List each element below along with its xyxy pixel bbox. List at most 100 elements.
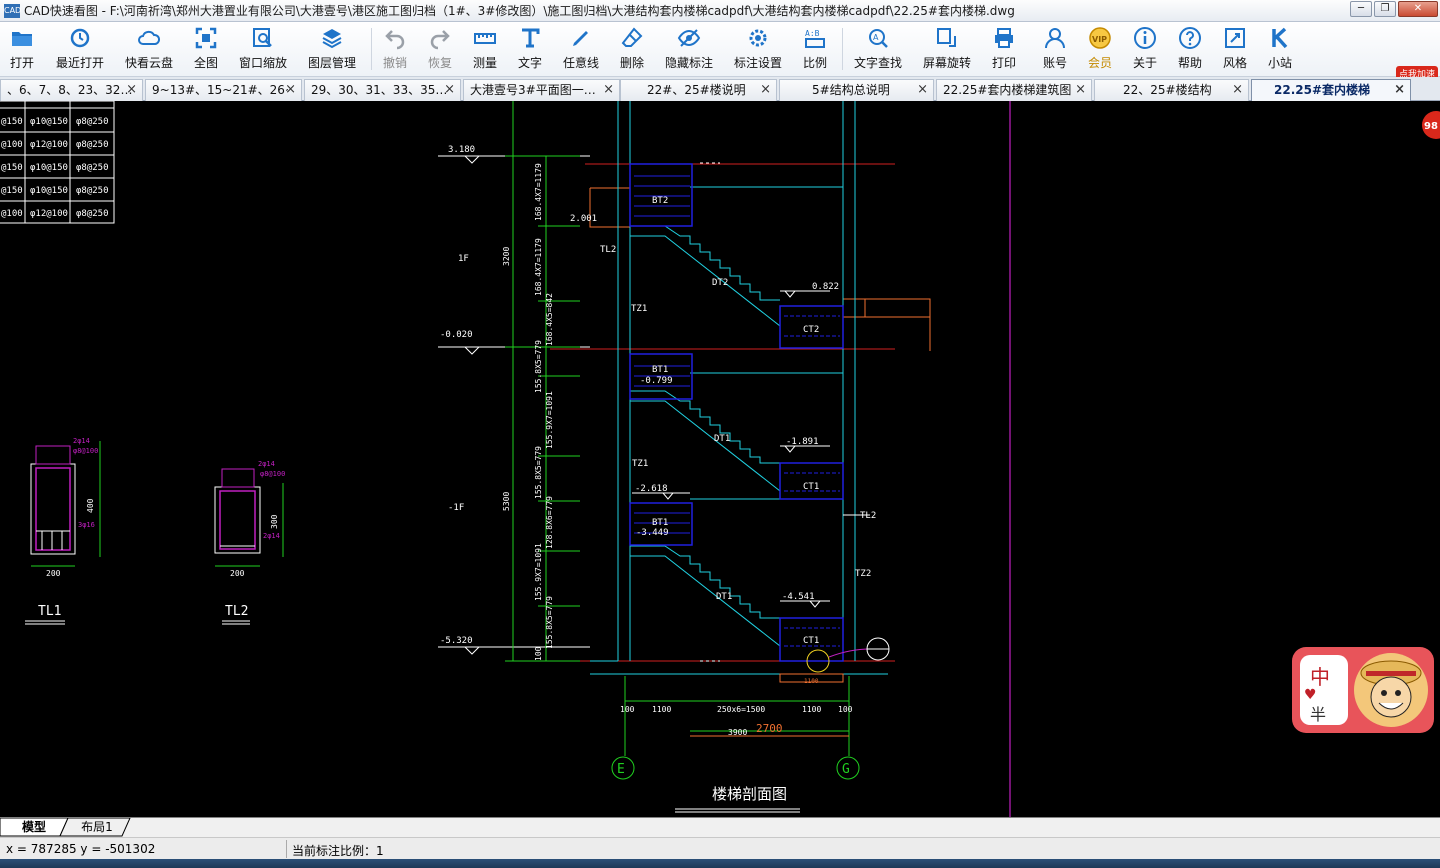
measure-label: 测量 (473, 56, 498, 70)
close-tab-icon[interactable]: × (126, 80, 137, 100)
ime-panel[interactable]: 中 ♥ 半 (1300, 655, 1348, 725)
layers-icon (322, 29, 342, 49)
text-search-icon: A (869, 29, 888, 48)
dimension-label: 1100 (652, 705, 671, 714)
dimension-label: 100 (838, 705, 853, 714)
layers-button[interactable]: 图层管理 (308, 26, 356, 74)
floor-label: 1F (458, 254, 469, 264)
document-tab-active[interactable]: 22.25#套内楼梯 × (1251, 79, 1411, 101)
hide-annot-label: 隐藏标注 (665, 56, 714, 70)
document-tab[interactable]: 29、30、31、33、35… × (304, 79, 461, 101)
ime-width-label: 半 (1310, 705, 1327, 724)
annot-settings-button[interactable]: 标注设置 (734, 26, 782, 74)
recent-button[interactable]: 最近打开 (56, 26, 104, 74)
stair-label: TZ2 (855, 569, 871, 579)
close-tab-icon[interactable]: × (1232, 80, 1243, 100)
rotate-icon (937, 28, 956, 47)
hide-annot-button[interactable]: 隐藏标注 (665, 26, 713, 74)
dimension-label: 168.4X7=1179 (534, 238, 543, 296)
account-button[interactable]: 账号 (1043, 26, 1067, 74)
info-icon (1134, 27, 1156, 49)
minimize-button[interactable]: ─ (1350, 1, 1372, 17)
cloud-label: 快看云盘 (125, 56, 174, 70)
close-tab-icon[interactable]: × (444, 80, 455, 100)
stair-label: BT2 (652, 196, 668, 206)
stair-label: DT1 (716, 592, 732, 602)
axis-label-e: E (617, 762, 625, 777)
restore-button[interactable]: ❐ (1374, 1, 1396, 17)
cloud-button[interactable]: 快看云盘 (125, 26, 173, 74)
ratio-label: 比例 (803, 56, 828, 70)
close-tab-icon[interactable]: × (603, 80, 614, 100)
mini-site-button[interactable]: 小站 (1268, 26, 1292, 74)
cad-drawing: @150 φ10@150 φ8@250 @100 φ12@100 φ8@250 … (0, 101, 1440, 817)
model-tab[interactable]: 模型 (10, 818, 58, 837)
app-icon: CAD (4, 3, 21, 18)
dimension-label: 100 (620, 705, 635, 714)
fit-all-button[interactable]: 全图 (194, 26, 218, 74)
printer-icon (995, 28, 1013, 48)
beam-name: TL2 (225, 604, 248, 619)
table-cell: @100 (1, 209, 23, 219)
document-tab[interactable]: 大港壹号3#平面图一… × (463, 79, 620, 101)
stair-label: -2.618 (635, 484, 668, 494)
erase-button[interactable]: 删除 (620, 26, 644, 74)
close-tab-icon[interactable]: × (285, 80, 296, 100)
redo-icon (430, 30, 450, 50)
measure-button[interactable]: 测量 (473, 26, 497, 74)
close-button[interactable]: ✕ (1398, 1, 1438, 17)
help-icon (1179, 27, 1201, 49)
close-tab-icon[interactable]: × (760, 80, 771, 100)
close-tab-icon[interactable]: × (1394, 80, 1405, 100)
style-button[interactable]: 风格 (1223, 26, 1247, 74)
document-tab[interactable]: 9~13#、15~21#、26~2…× (145, 79, 302, 101)
close-tab-icon[interactable]: × (1075, 80, 1086, 100)
annotation-scale: 当前标注比例：1 (292, 844, 384, 858)
freeline-button[interactable]: 任意线 (563, 26, 599, 74)
table-cell: φ8@250 (76, 117, 109, 127)
dimension-label: 300 (270, 514, 279, 529)
tab-label: 、6、7、8、23、32… (7, 83, 133, 97)
text-label: 文字 (518, 56, 543, 70)
undo-button[interactable]: 撤销 (383, 26, 407, 74)
stair-label: CT1 (803, 482, 819, 492)
history-icon (70, 28, 90, 48)
eye-hidden-icon (677, 29, 701, 47)
dimension-label: 128.8X6=779 (545, 496, 554, 549)
ratio-button[interactable]: A:B 比例 (803, 26, 827, 74)
document-tab[interactable]: 、6、7、8、23、32… × (0, 79, 143, 101)
document-tab[interactable]: 22.25#套内楼梯建筑图 × (936, 79, 1092, 101)
close-tab-icon[interactable]: × (917, 80, 928, 100)
member-button[interactable]: VIP 会员 (1088, 26, 1112, 74)
document-tab[interactable]: 5#结构总说明 × (779, 79, 934, 101)
dimension-label: 155.8X5=779 (534, 340, 543, 393)
toolbar-separator (371, 28, 372, 70)
k-logo-icon (1272, 27, 1288, 49)
axis-label-g: G (842, 762, 850, 777)
table-cell: @100 (1, 140, 23, 150)
layout1-tab[interactable]: 布局1 (70, 818, 124, 837)
stair-flights (630, 186, 843, 661)
undo-icon (385, 30, 405, 50)
help-button[interactable]: 帮助 (1178, 26, 1202, 74)
drawing-canvas[interactable]: @150 φ10@150 φ8@250 @100 φ12@100 φ8@250 … (0, 101, 1440, 817)
print-button[interactable]: 打印 (992, 26, 1016, 74)
redo-button[interactable]: 恢复 (428, 26, 452, 74)
window-zoom-button[interactable]: 窗口缩放 (239, 26, 287, 74)
text-button[interactable]: 文字 (518, 26, 542, 74)
axis-lines (624, 676, 850, 756)
document-tab[interactable]: 22、25#楼结构 × (1094, 79, 1249, 101)
open-button[interactable]: 打开 (10, 26, 34, 74)
stair-label: CT2 (803, 325, 819, 335)
stair-label: -0.799 (640, 376, 673, 386)
elevation-labels: 3.180 -0.020 -5.320 1F -1F (440, 145, 475, 646)
style-label: 风格 (1223, 56, 1248, 70)
ime-helper-widget[interactable]: 中 ♥ 半 (1292, 647, 1434, 733)
rotate-button[interactable]: 屏幕旋转 (923, 26, 971, 74)
document-tab[interactable]: 22#、25#楼说明 × (620, 79, 777, 101)
tab-label: 22#、25#楼说明 (647, 83, 746, 97)
about-button[interactable]: 关于 (1133, 26, 1157, 74)
rebar-label: φ8@100 (260, 470, 285, 478)
text-search-button[interactable]: A 文字查找 (854, 26, 902, 74)
tab-label: 9~13#、15~21#、26~2… (152, 83, 288, 97)
